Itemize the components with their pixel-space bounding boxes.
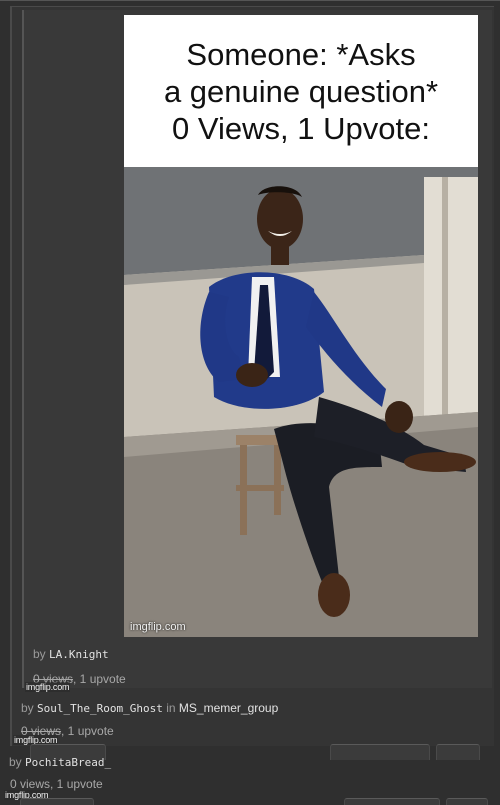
comment-2-upvotes: , 1 upvote (61, 724, 114, 738)
meme-image[interactable]: Someone: *Asks a genuine question* 0 Vie… (124, 15, 478, 637)
comment-3-more-button[interactable] (446, 798, 488, 805)
man-in-suit-photo (124, 167, 478, 637)
comment-3-author-link[interactable]: PochitaBread_ (25, 756, 111, 769)
comment-3-action-button[interactable] (20, 798, 94, 805)
by-label: by (33, 647, 46, 661)
by-label: by (21, 701, 34, 715)
in-label: in (166, 701, 176, 715)
meme-watermark: imgflip.com (130, 621, 186, 633)
by-label: by (9, 755, 22, 769)
comment-2-byline: by Soul_The_Room_Ghost in MS_memer_group (21, 701, 278, 715)
caption-line-2: a genuine question* (163, 73, 439, 109)
comment-3-stats: 0 views, 1 upvote (10, 777, 103, 791)
comment-2-more-button[interactable] (436, 744, 480, 760)
comment-2-author-link[interactable]: Soul_The_Room_Ghost (37, 702, 163, 715)
meme-caption: Someone: *Asks a genuine question* 0 Vie… (124, 15, 478, 167)
comment-3-reply-button[interactable] (344, 798, 440, 805)
comment-1-byline: by LA.Knight (33, 647, 109, 661)
caption-line-1: Someone: *Asks (186, 36, 416, 72)
comment-2-group-link[interactable]: MS_memer_group (179, 701, 278, 715)
comment-2-reply-button[interactable] (330, 744, 430, 760)
comment-1-upvotes: , 1 upvote (73, 672, 126, 686)
comment-1-author-link[interactable]: LA.Knight (49, 648, 109, 661)
meme-photo: imgflip.com (124, 167, 478, 637)
comment-3-byline: by PochitaBread_ (9, 755, 111, 769)
caption-line-3: 0 Views, 1 Upvote: (172, 110, 430, 146)
comment-1-watermark: imgflip.com (25, 682, 71, 692)
